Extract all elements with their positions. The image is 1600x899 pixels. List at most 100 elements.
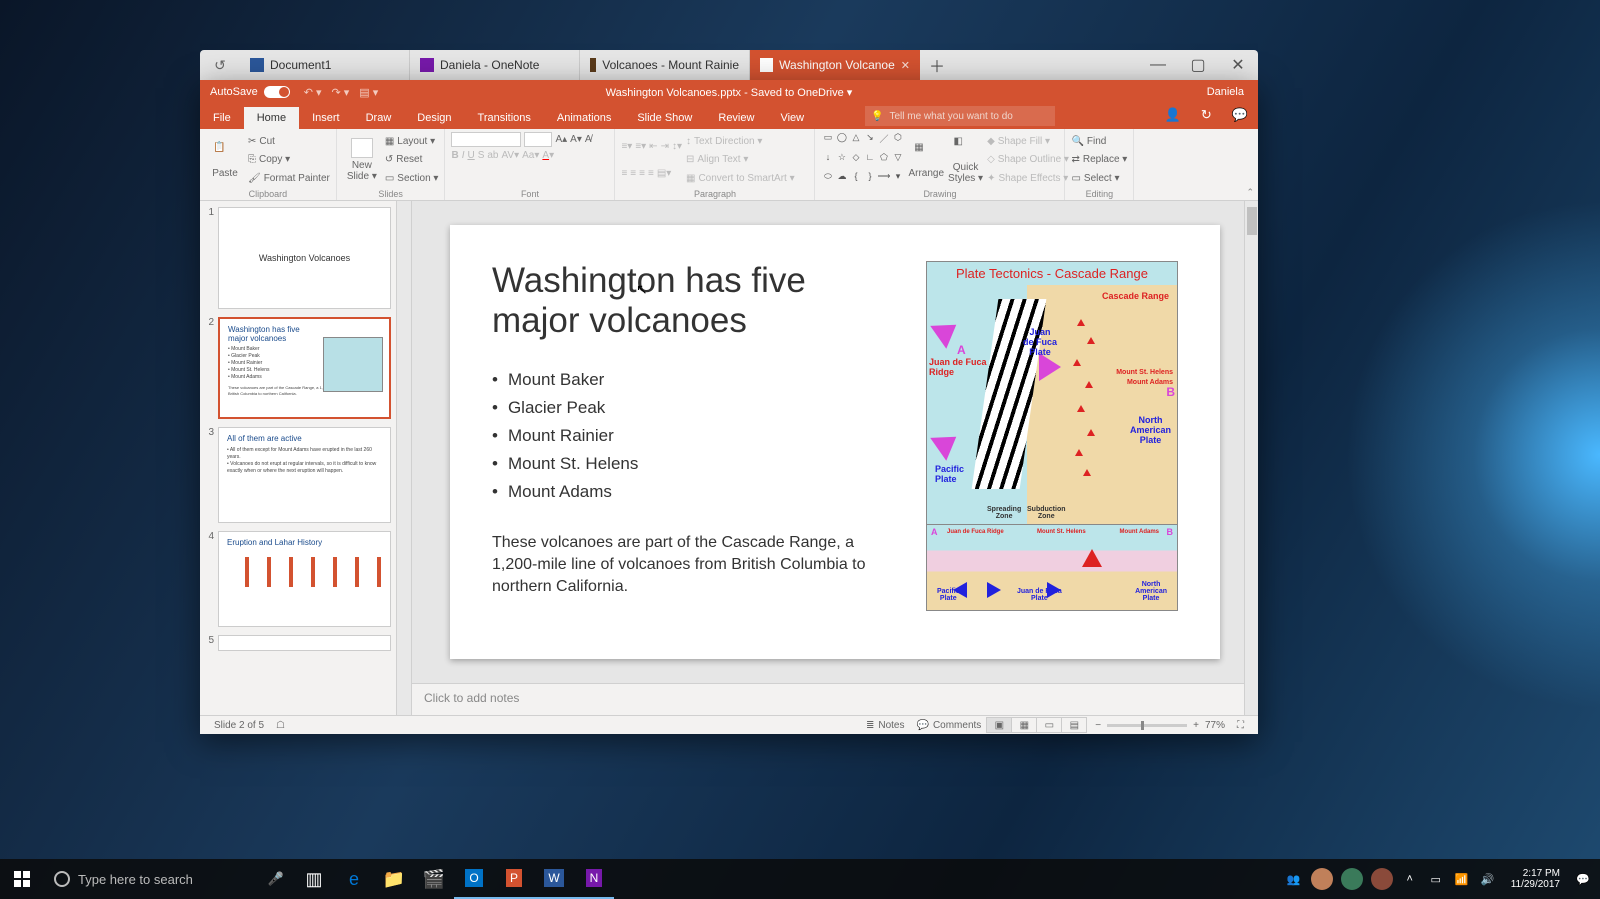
numbering-button[interactable]: ≡▾ [635, 141, 646, 152]
slide-bullet[interactable]: Glacier Peak [492, 394, 900, 422]
outlook-icon[interactable]: O [454, 859, 494, 899]
justify-button[interactable]: ≡ [648, 168, 654, 179]
reset-button[interactable]: ↺Reset [385, 152, 439, 168]
people-avatar[interactable] [1311, 868, 1333, 890]
layout-button[interactable]: ▦Layout ▾ [385, 134, 439, 150]
slide-image-plate-tectonics[interactable]: Plate Tectonics - Cascade Range [926, 261, 1178, 611]
fit-to-window-button[interactable]: ⛶ [1237, 720, 1244, 731]
tab-transitions[interactable]: Transitions [465, 107, 544, 129]
notes-pane[interactable]: Click to add notes [412, 683, 1258, 715]
increase-indent-button[interactable]: ⇥ [661, 141, 669, 152]
select-button[interactable]: ▭Select ▾ [1071, 170, 1127, 186]
collapse-ribbon-button[interactable]: ⌃ [1246, 187, 1254, 198]
scrollbar-thumb[interactable] [1247, 207, 1257, 235]
shape-effects-button[interactable]: ✦Shape Effects ▾ [987, 170, 1069, 186]
slide-text-placeholder[interactable]: Washington has five major volcanoes ↖ Mo… [492, 261, 900, 623]
battery-icon[interactable]: ▭ [1427, 873, 1445, 886]
slide-title[interactable]: Washington has five major volcanoes [492, 261, 900, 342]
wifi-icon[interactable]: 📶 [1453, 873, 1471, 886]
current-slide[interactable]: Washington has five major volcanoes ↖ Mo… [450, 225, 1220, 659]
slide-thumbnail-2[interactable]: Washington has five major volcanoes • Mo… [218, 317, 391, 419]
tray-overflow-button[interactable]: ˄ [1401, 873, 1419, 885]
tab-animations[interactable]: Animations [544, 107, 624, 129]
slide-bullet-list[interactable]: Mount Baker Glacier Peak Mount Rainier M… [492, 366, 900, 506]
movies-icon[interactable]: 🎬 [414, 859, 454, 899]
sets-new-tab-button[interactable]: ＋ [920, 50, 954, 80]
decrease-font-button[interactable]: A▾ [570, 134, 582, 145]
action-center-button[interactable]: 💬 [1574, 873, 1592, 886]
reading-view-button[interactable]: ▭ [1036, 717, 1062, 733]
taskbar-search[interactable]: Type here to search 🎤 [44, 859, 294, 899]
tab-slide-show[interactable]: Slide Show [624, 107, 705, 129]
comments-icon[interactable]: 💬 [1232, 107, 1248, 123]
sets-history-icon[interactable]: ↺ [200, 50, 240, 80]
slide-body-text[interactable]: These volcanoes are part of the Cascade … [492, 532, 900, 599]
mic-icon[interactable]: 🎤 [268, 871, 284, 887]
increase-font-button[interactable]: A▴ [555, 134, 567, 145]
close-window-button[interactable]: ✕ [1218, 50, 1258, 80]
replace-button[interactable]: ⇄Replace ▾ [1071, 152, 1127, 168]
shapes-gallery[interactable]: ▭◯△↘／⬡ ↓☆◇∟⬠▽ ⬭☁{}⟶▾ [821, 132, 904, 188]
notes-button[interactable]: ≣Notes [866, 720, 905, 731]
file-explorer-icon[interactable]: 📁 [374, 859, 414, 899]
start-button[interactable] [0, 859, 44, 899]
cut-button[interactable]: ✂Cut [248, 134, 330, 150]
slide-bullet[interactable]: Mount Rainier [492, 422, 900, 450]
strikethrough-button[interactable]: S [478, 150, 485, 161]
powerpoint-taskbar-icon[interactable]: P [494, 859, 534, 899]
tab-design[interactable]: Design [404, 107, 464, 129]
task-view-button[interactable]: ▥ [294, 859, 334, 899]
align-right-button[interactable]: ≡ [639, 168, 645, 179]
slide-thumbnail-5[interactable] [218, 635, 391, 651]
normal-view-button[interactable]: ▣ [986, 717, 1012, 733]
bullets-button[interactable]: ≡▾ [621, 141, 632, 152]
volume-icon[interactable]: 🔊 [1479, 873, 1497, 886]
tab-view[interactable]: View [767, 107, 817, 129]
quick-styles-button[interactable]: ◧Quick Styles ▾ [948, 132, 983, 188]
zoom-out-button[interactable]: − [1095, 720, 1101, 731]
shadow-button[interactable]: ab [487, 150, 498, 161]
slide-bullet[interactable]: Mount Baker [492, 366, 900, 394]
sets-tab-nps[interactable]: Volcanoes - Mount Rainie [580, 50, 750, 80]
accessibility-button[interactable]: ☖ [276, 720, 285, 731]
columns-button[interactable]: ▤▾ [657, 168, 671, 179]
sets-tab-powerpoint-active[interactable]: Washington Volcanoe ✕ [750, 50, 920, 80]
line-spacing-button[interactable]: ↕▾ [672, 141, 682, 152]
slide-bullet[interactable]: Mount Adams [492, 478, 900, 506]
tab-file[interactable]: File [200, 107, 244, 129]
tell-me-search[interactable]: 💡 Tell me what you want to do [865, 106, 1055, 126]
find-button[interactable]: 🔍Find [1071, 134, 1127, 150]
slideshow-view-button[interactable]: ▤ [1061, 717, 1087, 733]
tab-draw[interactable]: Draw [353, 107, 405, 129]
copy-button[interactable]: ⎘Copy ▾ [248, 152, 330, 168]
zoom-level[interactable]: 77% [1205, 720, 1225, 731]
slide-thumbnail-pane[interactable]: 1 Washington Volcanoes 2 Washington has … [200, 201, 412, 715]
decrease-indent-button[interactable]: ⇤ [649, 141, 657, 152]
paste-button[interactable]: 📋 Paste [206, 132, 244, 188]
shape-outline-button[interactable]: ◇Shape Outline ▾ [987, 152, 1069, 168]
slide-bullet[interactable]: Mount St. Helens [492, 450, 900, 478]
format-painter-button[interactable]: 🖌Format Painter [248, 170, 330, 186]
slide-thumbnail-1[interactable]: Washington Volcanoes [218, 207, 391, 309]
slide-indicator[interactable]: Slide 2 of 5 [214, 720, 264, 731]
shape-fill-button[interactable]: ◆Shape Fill ▾ [987, 134, 1069, 150]
onenote-taskbar-icon[interactable]: N [574, 859, 614, 899]
history-icon[interactable]: ↻ [1201, 107, 1212, 123]
align-left-button[interactable]: ≡ [621, 168, 627, 179]
font-family-combo[interactable] [451, 132, 521, 147]
italic-button[interactable]: I [462, 150, 465, 161]
zoom-in-button[interactable]: + [1193, 720, 1199, 731]
align-text-button[interactable]: ⊟Align Text ▾ [686, 152, 795, 168]
sets-tab-document1[interactable]: Document1 [240, 50, 410, 80]
underline-button[interactable]: U [467, 150, 474, 161]
smartart-button[interactable]: ▦Convert to SmartArt ▾ [686, 170, 795, 186]
font-size-combo[interactable] [524, 132, 552, 147]
slide-canvas[interactable]: Washington has five major volcanoes ↖ Mo… [412, 201, 1258, 683]
close-icon[interactable]: ✕ [901, 59, 910, 72]
sorter-view-button[interactable]: ▦ [1011, 717, 1037, 733]
character-spacing-button[interactable]: AV▾ [502, 150, 520, 161]
sets-tab-onenote[interactable]: Daniela - OneNote [410, 50, 580, 80]
maximize-button[interactable]: ▢ [1178, 50, 1218, 80]
minimize-button[interactable]: — [1138, 50, 1178, 80]
taskbar-clock[interactable]: 2:17 PM 11/29/2017 [1511, 868, 1560, 891]
